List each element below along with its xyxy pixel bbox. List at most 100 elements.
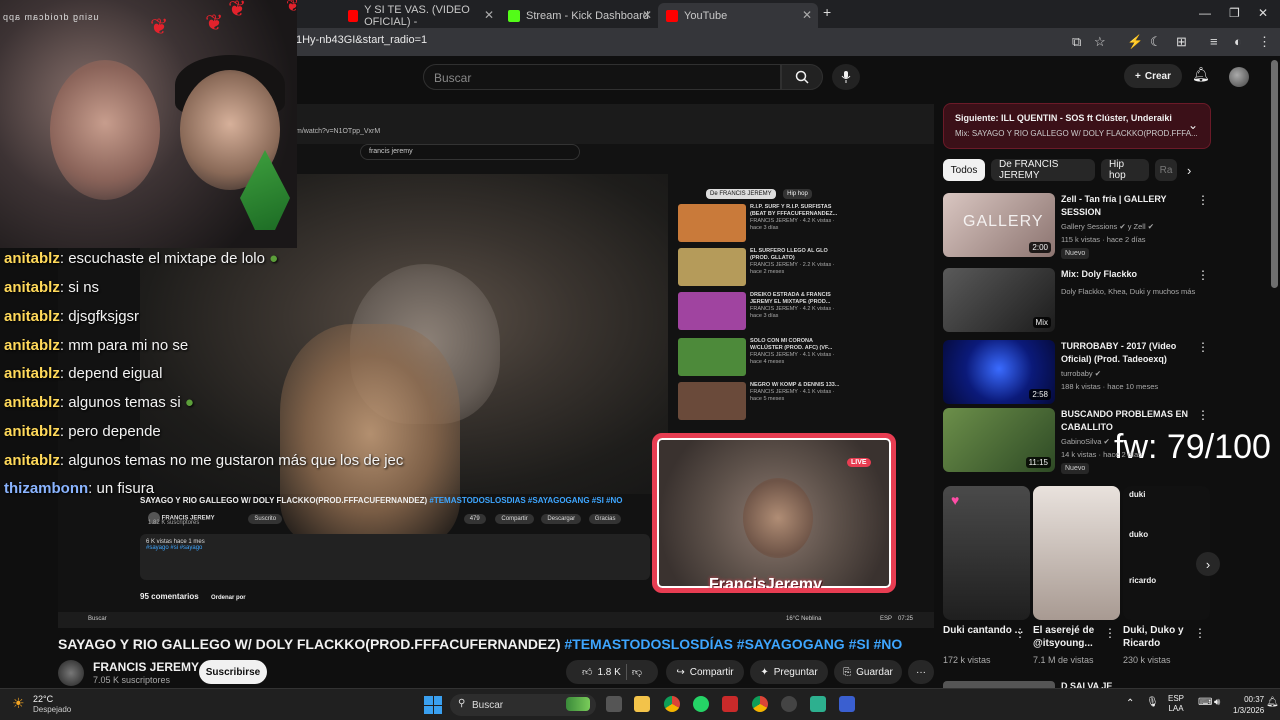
cast-icon[interactable]: ⧉ — [1072, 34, 1081, 50]
tab-kick-dashboard[interactable]: Stream - Kick Dashboard ✕ — [500, 3, 658, 28]
profile-icon[interactable]: ◐ — [1234, 34, 1242, 49]
inner-desc-tags: #sayago #si #sayago — [146, 545, 203, 551]
recommendation-item[interactable]: 11:15 BUSCANDO PROBLEMAS EN CABALLITO Ga… — [943, 408, 1211, 474]
create-button[interactable]: + Crear — [1124, 64, 1182, 88]
windows-start-icon[interactable] — [424, 696, 442, 714]
bookmark-star-icon[interactable]: ☆ — [1094, 34, 1106, 50]
clock[interactable]: 00:37 1/3/2026 — [1233, 694, 1264, 716]
chevron-right-icon[interactable]: › — [1187, 163, 1191, 178]
notepad-icon[interactable] — [810, 696, 826, 712]
volume-icon[interactable]: 🔊︎ — [1214, 697, 1220, 708]
inner-chip: De FRANCIS JEREMY — [706, 189, 776, 199]
search-icon — [795, 70, 809, 84]
short-title[interactable]: El aserejé de @itsyoung... — [1033, 624, 1113, 650]
rec-thumbnail: 11:15 — [943, 408, 1055, 472]
webcam-person — [50, 60, 160, 200]
chevron-up-icon[interactable]: ⌃ — [1126, 698, 1134, 709]
short-thumbnail[interactable] — [1033, 486, 1120, 620]
more-options-icon[interactable]: ⋮ — [1104, 626, 1116, 640]
more-options-icon[interactable]: ⋮ — [1197, 340, 1209, 354]
tab-video-oficial[interactable]: Y SI TE VAS. (VIDEO OFICIAL) - ✕ — [340, 3, 500, 28]
inner-taskbar-search: Buscar — [88, 616, 107, 622]
account-avatar[interactable] — [1229, 67, 1249, 87]
chip-hip-hop[interactable]: Hip hop — [1101, 159, 1149, 181]
task-view-icon[interactable] — [606, 696, 622, 712]
inner-thanks-button: Gracias — [588, 513, 622, 524]
chip-todos[interactable]: Todos — [943, 159, 985, 181]
share-button[interactable]: ↪ Compartir — [666, 660, 744, 684]
webcam-person — [743, 478, 813, 558]
subscribe-button[interactable]: Suscribirse — [199, 660, 267, 684]
inner-rec-item: NEGRO W/ KOMP & DENNIS 133... FRANCIS JER… — [676, 382, 846, 420]
inner-rec-thumb — [678, 204, 746, 242]
browser-menu-icon[interactable]: ⋮ — [1258, 34, 1271, 50]
language-indicator[interactable]: ESP LAA — [1168, 694, 1184, 714]
search-button[interactable] — [781, 64, 823, 90]
maximize-icon[interactable]: ❐ — [1229, 6, 1240, 20]
file-explorer-icon[interactable] — [634, 696, 650, 712]
close-tab-icon[interactable]: ✕ — [802, 8, 812, 22]
short-thumbnail[interactable]: duki duko ricardo — [1123, 486, 1210, 620]
inner-weather: 16°C Neblina — [786, 616, 822, 622]
short-title[interactable]: Duki cantando ... — [943, 624, 1023, 637]
notifications-bell-icon[interactable]: 🔔︎ — [1192, 66, 1210, 83]
like-button[interactable]: 👍︎ 1.8 K — [582, 666, 621, 679]
chrome-icon[interactable] — [752, 696, 768, 712]
more-actions-button[interactable]: ··· — [908, 660, 934, 684]
new-tab-button[interactable]: + — [823, 4, 831, 20]
shorts-next-button[interactable]: › — [1196, 552, 1220, 576]
chevron-down-icon[interactable]: ⌄ — [1188, 118, 1198, 132]
chip-partial[interactable]: Ra — [1155, 159, 1177, 181]
inner-rec-thumb — [678, 292, 746, 330]
chrome-icon[interactable] — [664, 696, 680, 712]
page-scrollbar[interactable] — [1271, 60, 1278, 288]
more-options-icon[interactable]: ⋮ — [1194, 626, 1206, 640]
close-window-icon[interactable]: ✕ — [1258, 6, 1268, 20]
channel-avatar[interactable] — [58, 660, 84, 686]
url-field[interactable]: 1Hy-nb43GI&start_radio=1 — [296, 34, 427, 46]
voice-search-button[interactable] — [832, 64, 860, 90]
more-options-icon[interactable]: ⋮ — [1014, 626, 1026, 640]
close-tab-icon[interactable]: ✕ — [642, 8, 652, 22]
ask-button[interactable]: ✦ Preguntar — [750, 660, 828, 684]
save-button[interactable]: ⎘ Guardar — [834, 660, 902, 684]
whatsapp-icon[interactable] — [693, 696, 709, 712]
search-input[interactable]: Buscar — [423, 64, 781, 90]
chat-message: anitablz: pero depende — [4, 423, 161, 440]
taskbar-search-label: Buscar — [472, 699, 504, 711]
microphone-icon[interactable]: 🎙︎ — [1146, 697, 1159, 708]
more-options-icon[interactable]: ⋮ — [1197, 408, 1209, 422]
more-options-icon[interactable]: ⋮ — [1197, 268, 1209, 282]
rec-duration: 2:00 — [1029, 242, 1051, 253]
app-icon[interactable] — [781, 696, 797, 712]
notification-icon[interactable]: 🔔︎ — [1266, 697, 1279, 708]
inner-video-figure — [280, 324, 460, 544]
weather-temperature[interactable]: 22°C — [33, 694, 53, 704]
tab-youtube[interactable]: YouTube ✕ — [658, 3, 818, 28]
chip-francis-jeremy[interactable]: De FRANCIS JEREMY — [991, 159, 1095, 181]
short-thumbnail[interactable]: ♥ — [943, 486, 1030, 620]
recommendation-item[interactable]: Mix Mix: Doly Flackko Doly Flackko, Khea… — [943, 268, 1211, 332]
short-title[interactable]: Duki, Duko y Ricardo — [1123, 624, 1203, 650]
reading-list-icon[interactable]: ≡ — [1210, 34, 1218, 49]
close-tab-icon[interactable]: ✕ — [484, 8, 494, 22]
pepe-emote-icon: ● — [184, 394, 194, 411]
rec-duration: 2:58 — [1029, 389, 1051, 400]
extensions-puzzle-icon[interactable]: ⊞ — [1176, 34, 1187, 50]
ask-label: Preguntar — [773, 666, 818, 678]
taskbar-search[interactable]: ⚲ Buscar — [450, 694, 596, 716]
network-icon[interactable]: ⌨ — [1198, 697, 1212, 708]
video-hashtags[interactable]: #TEMASTODOSLOSDÍAS #SAYAGOGANG #SI #NO — [564, 636, 902, 652]
extension-icon[interactable]: ⚡ — [1127, 34, 1143, 50]
dark-mode-icon[interactable]: ☾ — [1150, 34, 1162, 50]
dislike-button[interactable]: 👎︎ — [632, 666, 642, 678]
short-views: 172 k vistas — [943, 655, 991, 665]
app-icon[interactable] — [839, 696, 855, 712]
up-next-card[interactable]: Siguiente: ILL QUENTIN - SOS ft Clúster,… — [943, 103, 1211, 149]
recommendation-item[interactable]: 2:58 TURROBABY - 2017 (Video Oficial) (P… — [943, 340, 1211, 404]
minimize-icon[interactable]: — — [1199, 6, 1211, 20]
recommendation-item[interactable]: GALLERY 2:00 Zell - Tan fría | GALLERY S… — [943, 193, 1211, 259]
more-options-icon[interactable]: ⋮ — [1197, 193, 1209, 207]
app-icon[interactable] — [722, 696, 738, 712]
channel-name[interactable]: FRANCIS JEREMY — [93, 660, 199, 674]
